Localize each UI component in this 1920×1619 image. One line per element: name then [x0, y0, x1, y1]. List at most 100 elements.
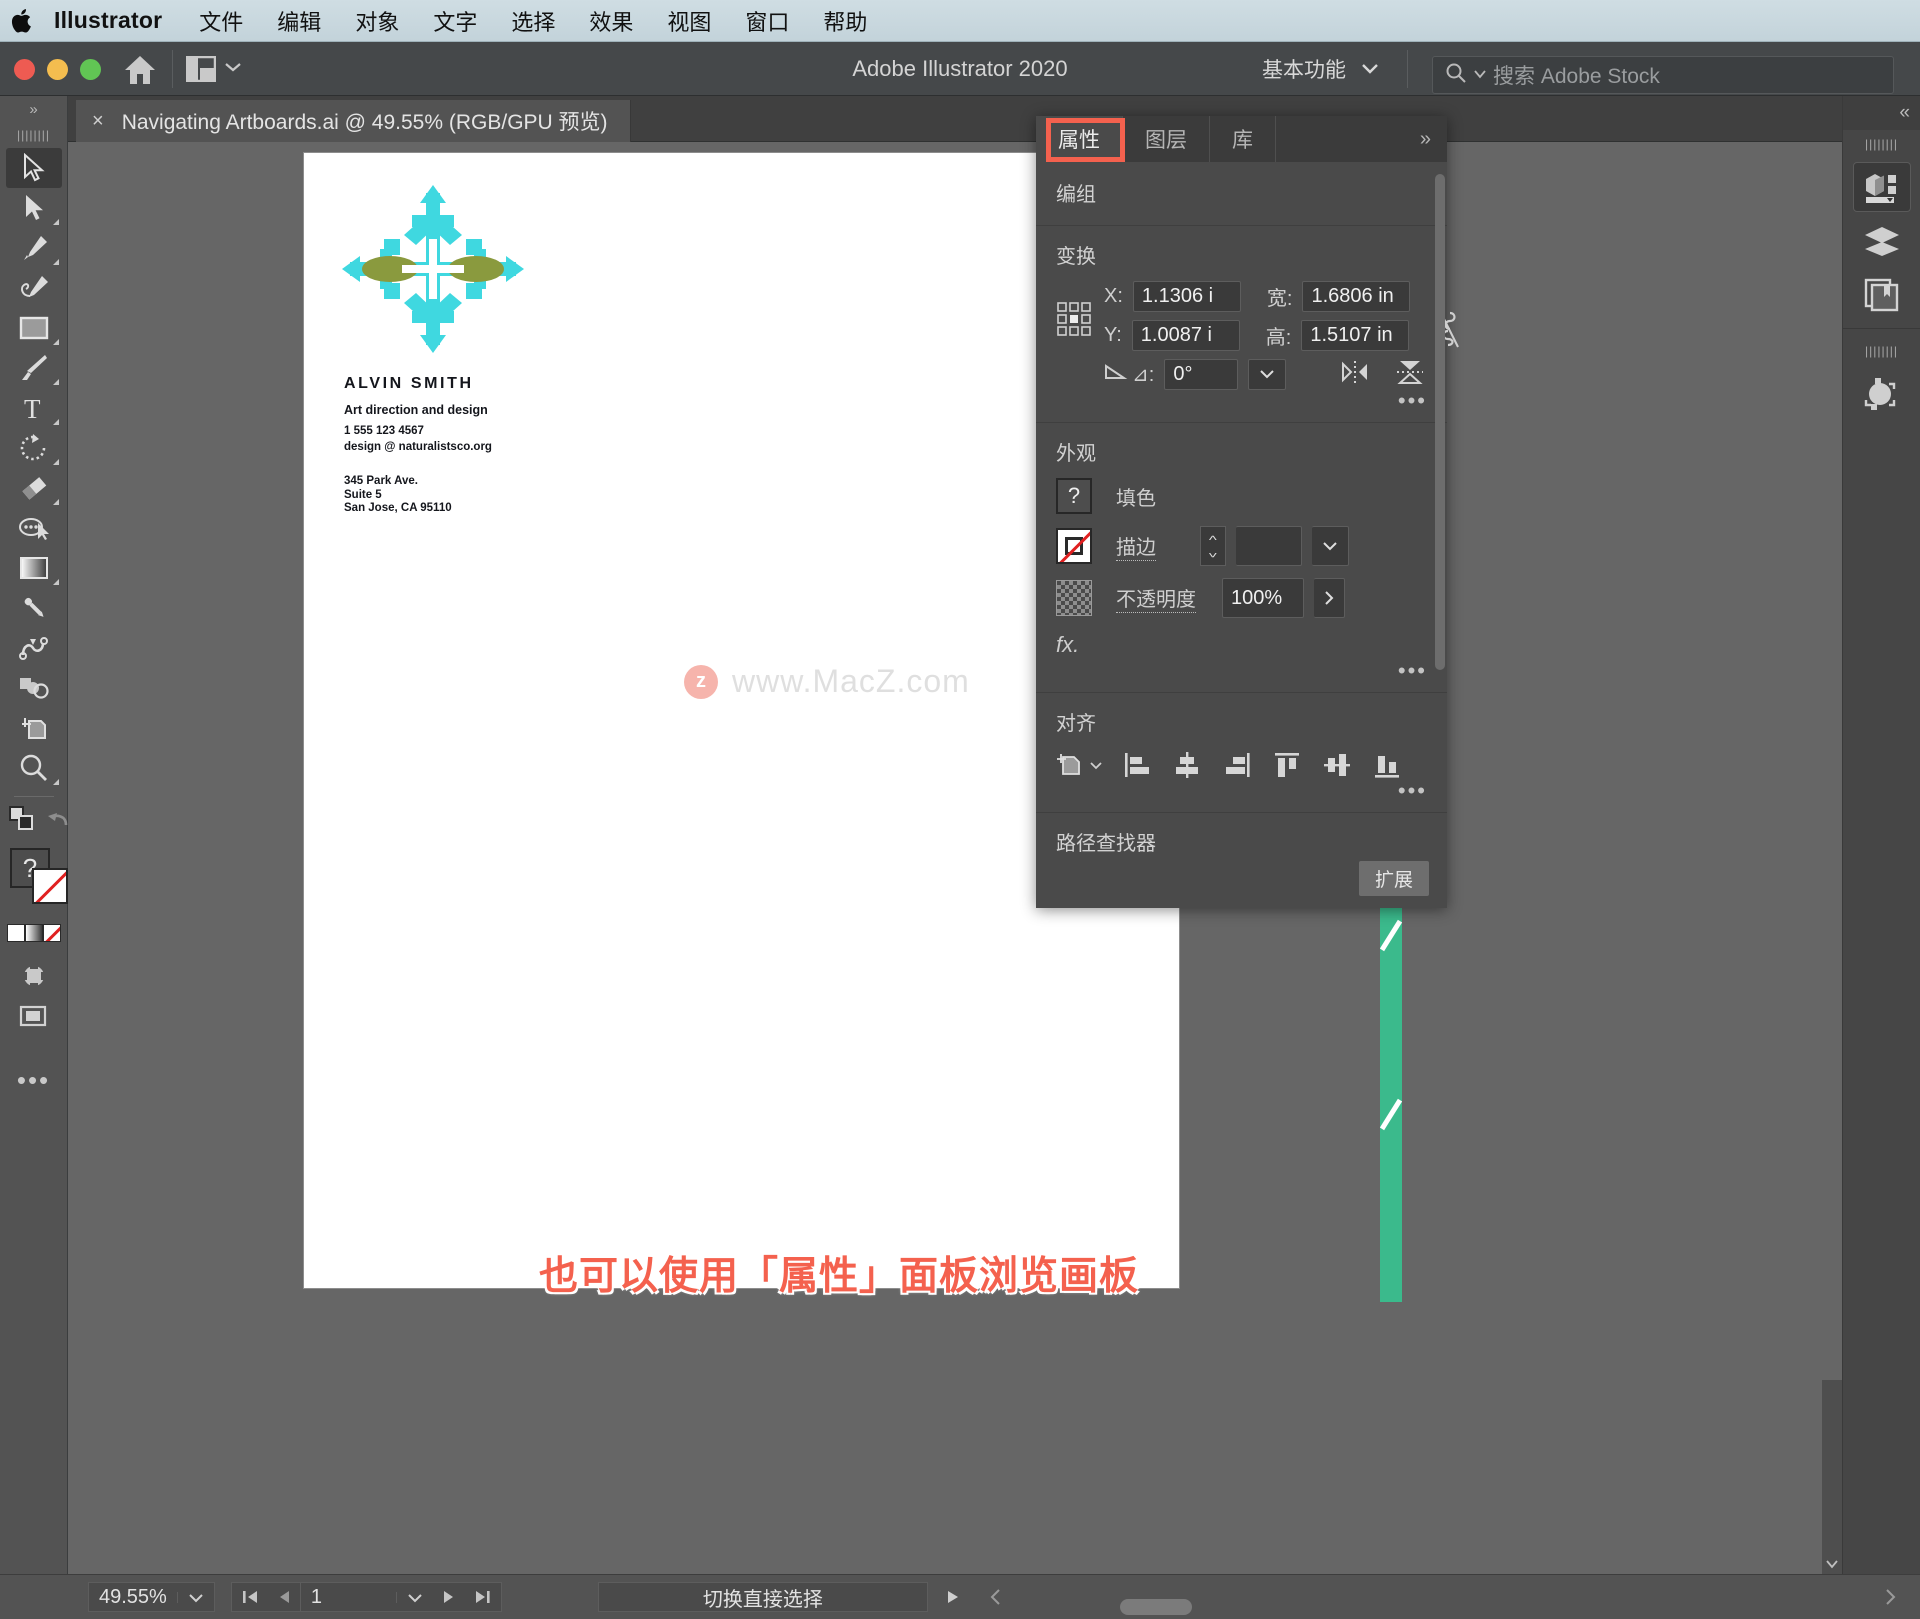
tab-layers[interactable]: 图层	[1123, 116, 1210, 162]
chevron-down-icon[interactable]	[1473, 66, 1487, 84]
chevron-down-icon[interactable]	[395, 1591, 433, 1603]
chevron-down-icon[interactable]	[1360, 57, 1380, 81]
home-icon[interactable]	[122, 53, 158, 87]
properties-panel[interactable]: 属性 图层 库 » 编组 变换 X: 1.1306 i 宽: 1.6806 in…	[1036, 116, 1460, 908]
minimize-window-button[interactable]	[47, 59, 68, 80]
screen-mode-icon[interactable]	[6, 956, 62, 996]
tools-panel-expand-icon[interactable]: »	[0, 96, 67, 122]
chevron-down-icon[interactable]	[1825, 1556, 1839, 1572]
reference-point-grid-icon[interactable]	[1056, 281, 1092, 342]
first-page-icon[interactable]	[232, 1589, 268, 1605]
height-input[interactable]: 1.5107 in	[1301, 320, 1410, 351]
drawing-mode-icon[interactable]	[6, 996, 62, 1036]
align-vertical-center-icon[interactable]	[1320, 748, 1354, 782]
zoom-control[interactable]: 49.55%	[88, 1582, 215, 1612]
horizontal-scrollbar[interactable]	[960, 1599, 1862, 1615]
tool-rotate[interactable]	[6, 428, 62, 468]
tool-zoom[interactable]	[6, 748, 62, 788]
search-input[interactable]: 搜索 Adobe Stock	[1432, 56, 1894, 94]
tool-direct-selection[interactable]	[6, 188, 62, 228]
menu-app-name[interactable]: Illustrator	[46, 7, 182, 34]
canvas-vertical-scrollbar[interactable]	[1822, 1380, 1842, 1574]
layers-dock-icon[interactable]	[1853, 216, 1911, 266]
fx-button[interactable]: fx.	[1056, 632, 1427, 658]
tool-eraser[interactable]	[6, 468, 62, 508]
align-right-icon[interactable]	[1220, 748, 1254, 782]
close-window-button[interactable]	[14, 59, 35, 80]
tool-gradient[interactable]	[6, 548, 62, 588]
more-tools-icon[interactable]: •••	[6, 1060, 62, 1100]
close-icon[interactable]: ×	[92, 110, 104, 133]
x-input[interactable]: 1.1306 i	[1132, 281, 1241, 312]
menu-item-help[interactable]: 帮助	[806, 5, 884, 37]
width-input[interactable]: 1.6806 in	[1302, 281, 1411, 312]
right-dock-grip-1[interactable]: ||||||||	[1843, 130, 1920, 158]
properties-panel-scrollbar[interactable]	[1435, 168, 1445, 900]
libraries-dock-icon[interactable]	[1853, 270, 1911, 320]
align-to-artboard-icon[interactable]	[1056, 751, 1104, 779]
align-more-options-icon[interactable]: •••	[1398, 778, 1427, 804]
menu-item-type[interactable]: 文字	[416, 5, 494, 37]
menu-item-edit[interactable]: 编辑	[260, 5, 338, 37]
artboard-number-input[interactable]: 1	[299, 1583, 396, 1611]
status-message[interactable]: 切换直接选择	[597, 1582, 928, 1612]
properties-dock-icon[interactable]	[1852, 162, 1911, 212]
tool-rectangle[interactable]	[6, 308, 62, 348]
chevron-down-icon[interactable]	[1312, 526, 1349, 566]
stroke-weight-input[interactable]	[1236, 526, 1302, 566]
stepper-up-down-icon[interactable]: ^ ^	[1200, 526, 1226, 566]
align-horizontal-center-icon[interactable]	[1170, 748, 1204, 782]
chevron-right-icon[interactable]	[1874, 1588, 1906, 1606]
align-bottom-icon[interactable]	[1370, 748, 1404, 782]
align-left-icon[interactable]	[1120, 748, 1154, 782]
stroke-none-icon[interactable]	[1056, 528, 1092, 564]
angle-input[interactable]: 0°	[1164, 359, 1239, 390]
opacity-checker-icon[interactable]	[1056, 580, 1092, 616]
menu-item-file[interactable]: 文件	[182, 5, 260, 37]
maximize-window-button[interactable]	[80, 59, 101, 80]
prev-page-icon[interactable]	[268, 1589, 300, 1605]
tool-shape-builder[interactable]	[6, 508, 62, 548]
last-page-icon[interactable]	[465, 1589, 501, 1605]
arrange-documents-icon[interactable]	[186, 56, 242, 82]
next-page-icon[interactable]	[433, 1589, 465, 1605]
menu-item-window[interactable]: 窗口	[728, 5, 806, 37]
tools-panel-grip[interactable]: ||||||||	[0, 122, 67, 148]
align-top-icon[interactable]	[1270, 748, 1304, 782]
tool-type[interactable]: T	[6, 388, 62, 428]
document-tab[interactable]: × Navigating Artboards.ai @ 49.55% (RGB/…	[76, 100, 631, 142]
tool-symbol-sprayer[interactable]	[6, 668, 62, 708]
apple-logo-icon[interactable]	[0, 7, 46, 35]
tool-selection[interactable]	[5, 148, 62, 188]
right-dock-grip-2[interactable]: ||||||||	[1843, 337, 1920, 365]
flip-horizontal-icon[interactable]	[1340, 360, 1370, 389]
double-chevron-left-icon[interactable]: «	[1843, 96, 1920, 130]
y-input[interactable]: 1.0087 i	[1131, 320, 1240, 351]
chevron-down-icon[interactable]	[176, 1591, 214, 1603]
chevron-right-icon[interactable]	[1314, 578, 1345, 618]
tool-eyedropper[interactable]	[6, 588, 62, 628]
tab-libraries[interactable]: 库	[1210, 116, 1276, 162]
zoom-level[interactable]: 49.55%	[89, 1586, 177, 1609]
chevron-down-icon[interactable]	[224, 60, 242, 78]
canvas-area[interactable]: ALVIN SMITH Art direction and design 1 5…	[68, 142, 1842, 1574]
menu-item-view[interactable]: 视图	[650, 5, 728, 37]
tab-properties[interactable]: 属性	[1036, 116, 1123, 162]
workspace-switcher[interactable]: 基本功能	[1262, 54, 1380, 84]
stroke-none-icon[interactable]	[32, 868, 68, 904]
color-guide-dock-icon[interactable]	[1853, 369, 1911, 419]
swap-fill-stroke-icon[interactable]	[8, 805, 36, 838]
appearance-more-options-icon[interactable]: •••	[1398, 658, 1427, 684]
menu-item-effect[interactable]: 效果	[572, 5, 650, 37]
snowflake-ornament-icon[interactable]	[328, 179, 538, 359]
tool-artboard[interactable]	[6, 708, 62, 748]
tool-pen[interactable]	[6, 228, 62, 268]
opacity-label[interactable]: 不透明度	[1116, 583, 1196, 613]
tool-blend[interactable]	[6, 628, 62, 668]
double-chevron-right-icon[interactable]: »	[1404, 116, 1447, 162]
menu-item-object[interactable]: 对象	[338, 5, 416, 37]
tool-curvature[interactable]	[6, 268, 62, 308]
tool-paintbrush[interactable]	[6, 348, 62, 388]
expand-button[interactable]: 扩展	[1358, 861, 1429, 896]
menu-item-select[interactable]: 选择	[494, 5, 572, 37]
